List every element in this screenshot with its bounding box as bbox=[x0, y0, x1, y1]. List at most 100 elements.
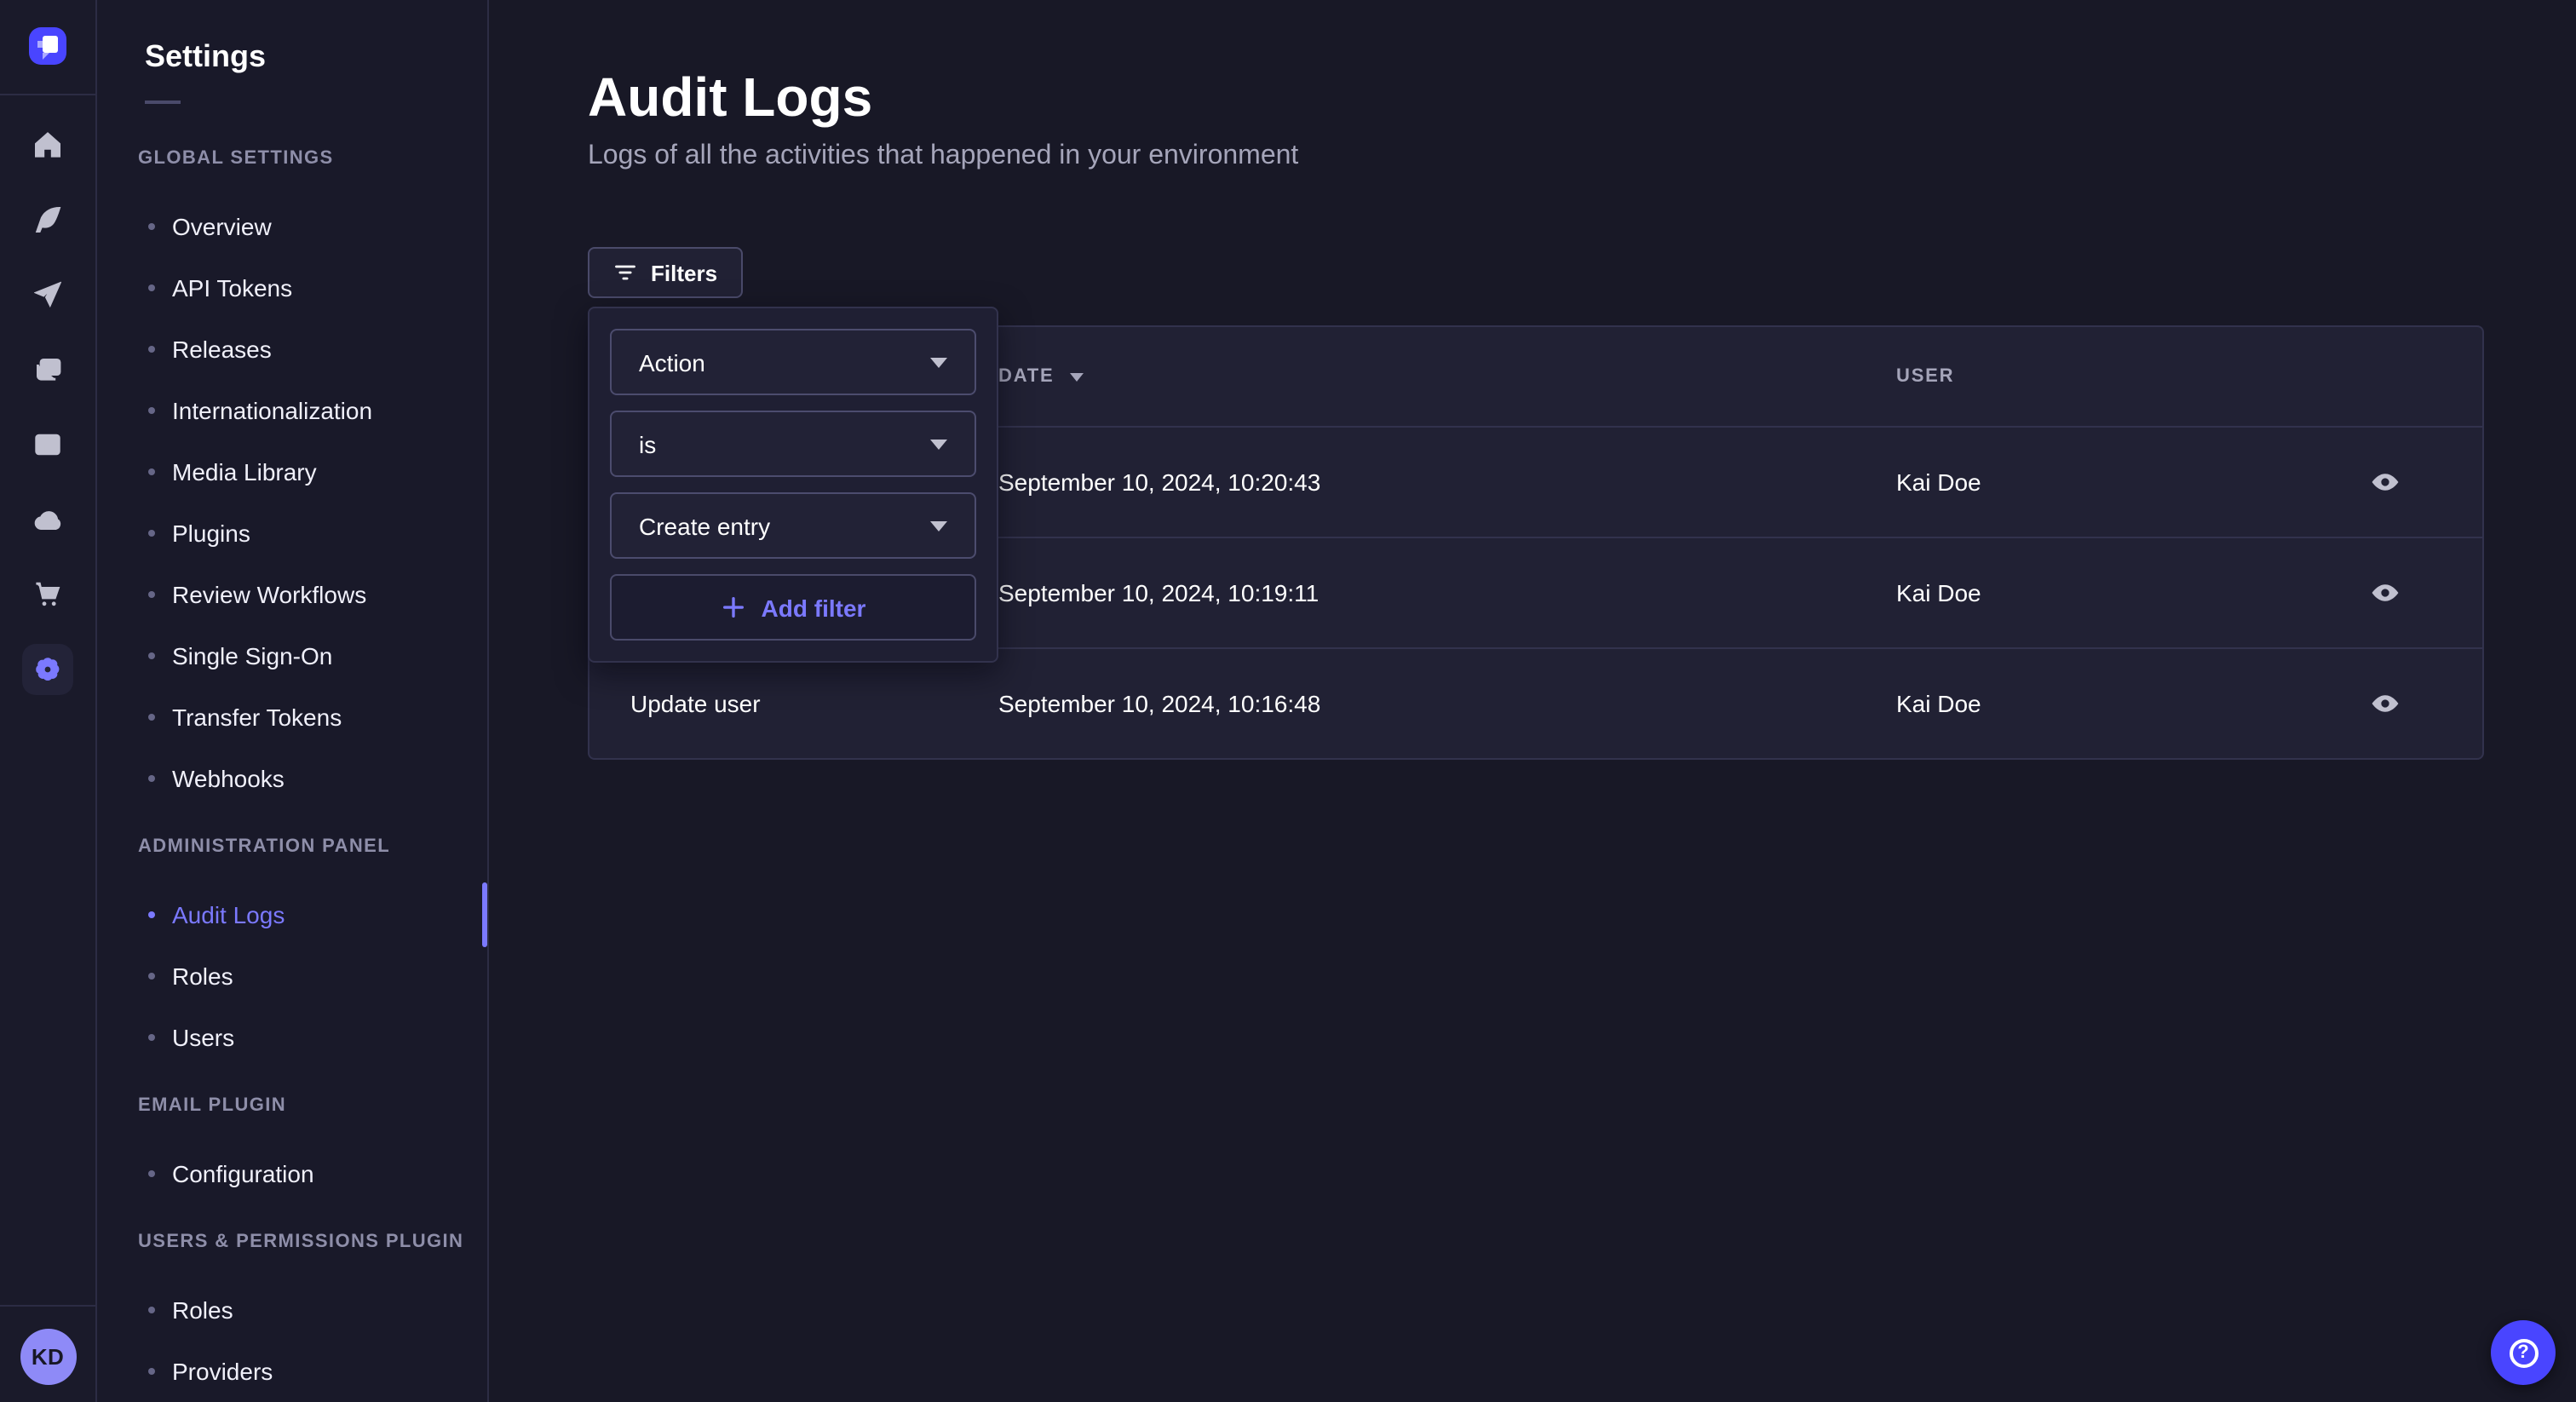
media-library-icon bbox=[34, 356, 61, 383]
bullet-icon bbox=[148, 911, 155, 918]
bullet-icon bbox=[148, 1368, 155, 1375]
sidebar-item-webhooks[interactable]: Webhooks bbox=[97, 748, 487, 809]
content-body: Filters Action is Create entry bbox=[588, 247, 2484, 760]
active-item-indicator bbox=[482, 882, 487, 947]
user-avatar[interactable]: KD bbox=[20, 1329, 76, 1385]
feather-icon bbox=[34, 206, 61, 233]
filter-popover: Action is Create entry Add filter bbox=[588, 307, 998, 663]
bullet-icon bbox=[148, 714, 155, 721]
nav-media-library-button[interactable] bbox=[10, 332, 85, 407]
cell-user: Kai Doe bbox=[1896, 690, 2285, 717]
bullet-icon bbox=[148, 652, 155, 659]
rail-bottom-divider bbox=[0, 1305, 95, 1307]
eye-icon bbox=[2370, 577, 2401, 608]
subnav-title: Settings bbox=[145, 37, 487, 75]
sidebar-item-plugins[interactable]: Plugins bbox=[97, 503, 487, 564]
bullet-icon bbox=[148, 407, 155, 414]
section-label-global-settings: GLOBAL SETTINGS bbox=[138, 148, 487, 170]
strapi-logo[interactable] bbox=[29, 27, 66, 65]
settings-gear-icon bbox=[34, 656, 61, 683]
global-settings-list: Overview API Tokens Releases Internation… bbox=[97, 196, 487, 809]
question-mark-icon: ? bbox=[2509, 1338, 2538, 1367]
sidebar-item-up-roles[interactable]: Roles bbox=[97, 1279, 487, 1341]
column-header-date[interactable]: DATE bbox=[998, 366, 1896, 387]
administration-panel-list: Audit Logs Roles Users bbox=[97, 884, 487, 1068]
sidebar-item-admin-users[interactable]: Users bbox=[97, 1007, 487, 1068]
eye-icon bbox=[2370, 688, 2401, 719]
cell-user: Kai Doe bbox=[1896, 579, 2285, 606]
view-details-button[interactable] bbox=[2358, 566, 2412, 620]
bullet-icon bbox=[148, 530, 155, 537]
nav-deploy-button[interactable] bbox=[10, 482, 85, 557]
sidebar-item-media-library[interactable]: Media Library bbox=[97, 441, 487, 503]
cell-user: Kai Doe bbox=[1896, 468, 2285, 496]
settings-active-tile bbox=[22, 644, 73, 695]
cell-action: Update user bbox=[589, 690, 998, 717]
rail-nav bbox=[10, 107, 85, 707]
plus-icon bbox=[721, 595, 746, 620]
bullet-icon bbox=[148, 1170, 155, 1177]
users-permissions-list: Roles Providers bbox=[97, 1279, 487, 1402]
sidebar-item-releases[interactable]: Releases bbox=[97, 319, 487, 380]
sidebar-item-up-providers[interactable]: Providers bbox=[97, 1341, 487, 1402]
nav-content-manager-button[interactable] bbox=[10, 182, 85, 257]
sort-desc-icon bbox=[1069, 372, 1083, 381]
nav-settings-button[interactable] bbox=[10, 632, 85, 707]
sidebar-item-overview[interactable]: Overview bbox=[97, 196, 487, 257]
sidebar-item-admin-roles[interactable]: Roles bbox=[97, 945, 487, 1007]
chevron-down-icon bbox=[930, 357, 947, 367]
filter-field-select[interactable]: Action bbox=[610, 329, 976, 395]
help-button[interactable]: ? bbox=[2491, 1320, 2556, 1385]
eye-icon bbox=[2370, 467, 2401, 497]
page-subtitle: Logs of all the activities that happened… bbox=[588, 141, 2576, 172]
bullet-icon bbox=[148, 1034, 155, 1041]
nav-marketplace-button[interactable] bbox=[10, 557, 85, 632]
settings-subnav: Settings GLOBAL SETTINGS Overview API To… bbox=[97, 0, 489, 1402]
sidebar-item-review-workflows[interactable]: Review Workflows bbox=[97, 564, 487, 625]
nav-home-button[interactable] bbox=[10, 107, 85, 182]
sidebar-item-email-configuration[interactable]: Configuration bbox=[97, 1143, 487, 1204]
nav-layout-button[interactable] bbox=[10, 407, 85, 482]
subnav-title-divider bbox=[145, 101, 181, 104]
filter-operator-select[interactable]: is bbox=[610, 411, 976, 477]
email-plugin-list: Configuration bbox=[97, 1143, 487, 1204]
cell-date: September 10, 2024, 10:19:11 bbox=[998, 579, 1896, 606]
add-filter-button[interactable]: Add filter bbox=[610, 574, 976, 641]
section-label-administration-panel: ADMINISTRATION PANEL bbox=[138, 836, 487, 859]
sidebar-item-transfer-tokens[interactable]: Transfer Tokens bbox=[97, 687, 487, 748]
chevron-down-icon bbox=[930, 520, 947, 531]
section-label-users-permissions-plugin: USERS & PERMISSIONS PLUGIN bbox=[138, 1232, 487, 1254]
shopping-cart-icon bbox=[34, 581, 61, 608]
main-nav-rail: KD bbox=[0, 0, 97, 1402]
rail-bottom: KD bbox=[0, 1305, 95, 1402]
section-label-email-plugin: EMAIL PLUGIN bbox=[138, 1095, 487, 1118]
layout-icon bbox=[34, 431, 61, 458]
chevron-down-icon bbox=[930, 439, 947, 449]
nav-content-type-builder-button[interactable] bbox=[10, 257, 85, 332]
bullet-icon bbox=[148, 775, 155, 782]
bullet-icon bbox=[148, 284, 155, 291]
sidebar-item-audit-logs[interactable]: Audit Logs bbox=[97, 884, 487, 945]
view-details-button[interactable] bbox=[2358, 676, 2412, 731]
bullet-icon bbox=[148, 468, 155, 475]
rail-divider bbox=[0, 94, 95, 95]
cell-date: September 10, 2024, 10:20:43 bbox=[998, 468, 1896, 496]
sidebar-item-internationalization[interactable]: Internationalization bbox=[97, 380, 487, 441]
cloud-icon bbox=[34, 506, 61, 533]
cell-date: September 10, 2024, 10:16:48 bbox=[998, 690, 1896, 717]
filters-button[interactable]: Filters bbox=[588, 247, 743, 298]
bullet-icon bbox=[148, 973, 155, 980]
bullet-icon bbox=[148, 1307, 155, 1313]
sidebar-item-single-sign-on[interactable]: Single Sign-On bbox=[97, 625, 487, 687]
bullet-icon bbox=[148, 346, 155, 353]
bullet-icon bbox=[148, 591, 155, 598]
app-window: KD Settings GLOBAL SETTINGS Overview API… bbox=[0, 0, 2576, 1402]
sidebar-item-api-tokens[interactable]: API Tokens bbox=[97, 257, 487, 319]
paper-plane-icon bbox=[34, 281, 61, 308]
table-row[interactable]: Update user September 10, 2024, 10:16:48… bbox=[589, 647, 2482, 758]
page-title: Audit Logs bbox=[588, 68, 2576, 128]
view-details-button[interactable] bbox=[2358, 455, 2412, 509]
strapi-logo-icon bbox=[42, 36, 58, 52]
filter-value-select[interactable]: Create entry bbox=[610, 492, 976, 559]
main-content: Audit Logs Logs of all the activities th… bbox=[489, 0, 2576, 1402]
